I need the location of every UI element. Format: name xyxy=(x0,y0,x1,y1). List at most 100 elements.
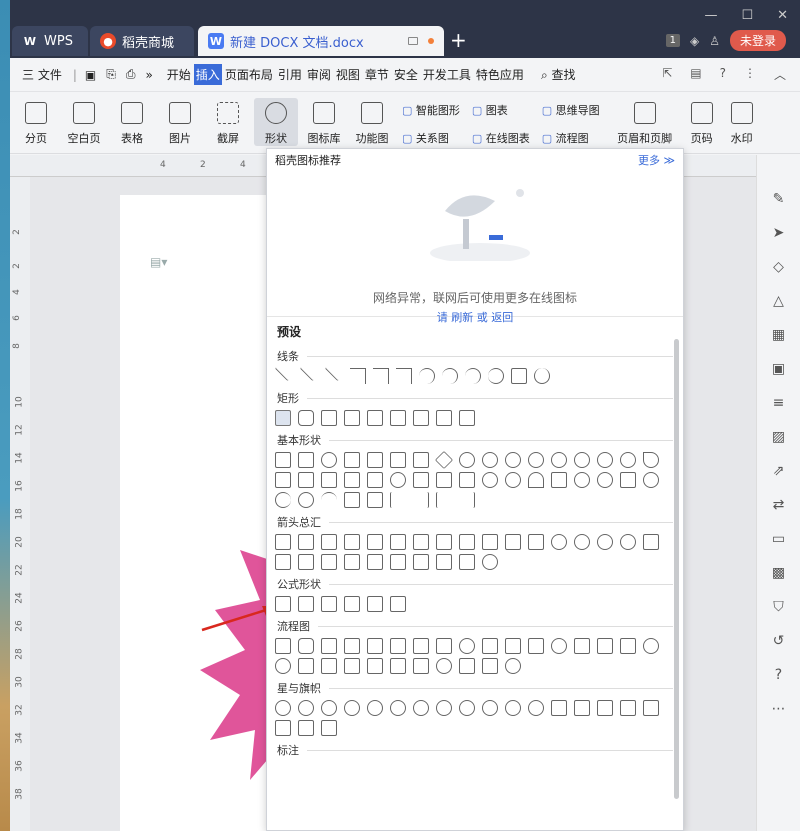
new-tab-button[interactable]: + xyxy=(450,30,467,50)
flow-extract-shape[interactable] xyxy=(344,658,360,674)
gallery-icon[interactable]: ▨ xyxy=(772,429,785,445)
curve-shape[interactable] xyxy=(488,368,504,384)
star4-shape[interactable] xyxy=(321,700,337,716)
cross-shape[interactable] xyxy=(367,472,383,488)
left-arrow-shape[interactable] xyxy=(298,534,314,550)
pentagon-arrow-shape[interactable] xyxy=(298,554,314,570)
star12-shape[interactable] xyxy=(459,700,475,716)
left-brace-shape[interactable] xyxy=(436,492,452,508)
bent-arrow-shape[interactable] xyxy=(459,534,475,550)
up-arrow-shape[interactable] xyxy=(321,534,337,550)
half-frame-shape[interactable] xyxy=(298,472,314,488)
flow-display-shape[interactable] xyxy=(505,658,521,674)
curved-down-arrow-shape[interactable] xyxy=(620,534,636,550)
folded-corner-shape[interactable] xyxy=(551,472,567,488)
paste-options-icon[interactable]: ▤▾ xyxy=(150,255,167,269)
quad-arrow-shape[interactable] xyxy=(413,534,429,550)
share-out-icon[interactable]: ⇗ xyxy=(773,463,785,479)
star7-shape[interactable] xyxy=(390,700,406,716)
star32-shape[interactable] xyxy=(528,700,544,716)
diagonal-stripe-shape[interactable] xyxy=(344,472,360,488)
shirt-icon[interactable]: ♙ xyxy=(709,34,720,48)
snip-single-corner-shape[interactable] xyxy=(321,410,337,426)
right-triangle-shape[interactable] xyxy=(367,452,383,468)
relation-chart-button[interactable]: 关系图 xyxy=(402,130,460,146)
flow-decision-shape[interactable] xyxy=(321,638,337,654)
layout-icon[interactable]: ▤ xyxy=(690,66,701,83)
diamond-shape[interactable] xyxy=(434,450,454,470)
plus-shape[interactable] xyxy=(275,596,291,612)
up-down-arrow-shape[interactable] xyxy=(390,534,406,550)
curved-double-arrow-shape[interactable] xyxy=(465,368,481,384)
round-single-corner-shape[interactable] xyxy=(413,410,429,426)
skin-icon[interactable]: ◈ xyxy=(690,34,699,48)
maximize-button[interactable]: ☐ xyxy=(741,8,753,23)
vertical-ruler[interactable]: 2 2 4 6 8 10 12 14 16 18 20 22 24 26 28 … xyxy=(10,177,30,831)
left-up-arrow-shape[interactable] xyxy=(505,534,521,550)
pie-shape[interactable] xyxy=(597,452,613,468)
round-diagonal-shape[interactable] xyxy=(459,410,475,426)
curved-arrow-connector-shape[interactable] xyxy=(442,368,458,384)
oval-shape[interactable] xyxy=(321,452,337,468)
star6-shape[interactable] xyxy=(367,700,383,716)
screenshot-button[interactable]: 截屏 xyxy=(206,98,250,146)
arc-shape[interactable] xyxy=(321,492,337,508)
down-arrow-callout-shape[interactable] xyxy=(413,554,429,570)
offline-retry-text[interactable]: 请 刷新 或 返回 xyxy=(267,309,683,325)
teardrop-shape[interactable] xyxy=(643,452,659,468)
wave-shape[interactable] xyxy=(298,720,314,736)
striped-right-arrow-shape[interactable] xyxy=(643,534,659,550)
save-icon[interactable]: ▣ xyxy=(85,68,96,82)
table-button[interactable]: 表格 xyxy=(110,98,154,146)
dodecagon-shape[interactable] xyxy=(574,452,590,468)
donut-shape[interactable] xyxy=(482,472,498,488)
shield-icon[interactable]: ⛉ xyxy=(773,599,784,615)
shapes-icon[interactable]: ◇ xyxy=(773,259,784,275)
star8-shape[interactable] xyxy=(413,700,429,716)
mindmap-button[interactable]: 思维导图 xyxy=(542,102,600,118)
more-options-icon[interactable]: ⋮ xyxy=(744,66,756,83)
curved-connector-shape[interactable] xyxy=(419,368,435,384)
more-link[interactable]: 更多 ≫ xyxy=(638,152,675,168)
flow-document-shape[interactable] xyxy=(413,638,429,654)
double-bracket-shape[interactable] xyxy=(344,492,360,508)
ribbon-down-shape[interactable] xyxy=(574,700,590,716)
flow-internal-storage-shape[interactable] xyxy=(390,638,406,654)
decagon-shape[interactable] xyxy=(551,452,567,468)
scribble-shape[interactable] xyxy=(534,368,550,384)
heart-shape[interactable] xyxy=(597,472,613,488)
flow-multidocument-shape[interactable] xyxy=(436,638,452,654)
help-button[interactable]: ? xyxy=(720,66,726,83)
curved-left-arrow-shape[interactable] xyxy=(574,534,590,550)
double-wave-shape[interactable] xyxy=(321,720,337,736)
more-chevron-icon[interactable]: » xyxy=(145,68,152,82)
can-shape[interactable] xyxy=(413,472,429,488)
menu-item-insert[interactable]: 插入 xyxy=(193,64,222,85)
flow-sort-shape[interactable] xyxy=(321,658,337,674)
notched-right-arrow-shape[interactable] xyxy=(275,554,291,570)
explosion2-shape[interactable] xyxy=(298,700,314,716)
freeform-shape[interactable] xyxy=(511,368,527,384)
right-brace-shape[interactable] xyxy=(459,492,475,508)
divide-shape[interactable] xyxy=(344,596,360,612)
window-count-badge[interactable]: 1 xyxy=(665,34,680,47)
image-icon[interactable]: ▩ xyxy=(772,565,785,581)
snip-diagonal-shape[interactable] xyxy=(367,410,383,426)
chord-shape[interactable] xyxy=(620,452,636,468)
blank-page-button[interactable]: 空白页 xyxy=(62,98,106,146)
smart-graphic-button[interactable]: 智能图形 xyxy=(402,102,460,118)
explosion1-shape[interactable] xyxy=(275,700,291,716)
login-button[interactable]: 未登录 xyxy=(729,30,786,51)
help-circle-icon[interactable]: ? xyxy=(775,667,782,683)
flow-preparation-shape[interactable] xyxy=(482,638,498,654)
rectangle-shape[interactable] xyxy=(275,410,291,426)
flow-direct-access-shape[interactable] xyxy=(482,658,498,674)
star24-shape[interactable] xyxy=(505,700,521,716)
left-bracket-shape[interactable] xyxy=(390,492,406,508)
file-menu[interactable]: 三 文件 xyxy=(20,64,64,85)
plaque-shape[interactable] xyxy=(390,472,406,488)
chart-button[interactable]: 图表 xyxy=(472,102,530,118)
ribbon-up-shape[interactable] xyxy=(551,700,567,716)
sun-shape[interactable] xyxy=(643,472,659,488)
line-shape[interactable] xyxy=(274,362,294,382)
